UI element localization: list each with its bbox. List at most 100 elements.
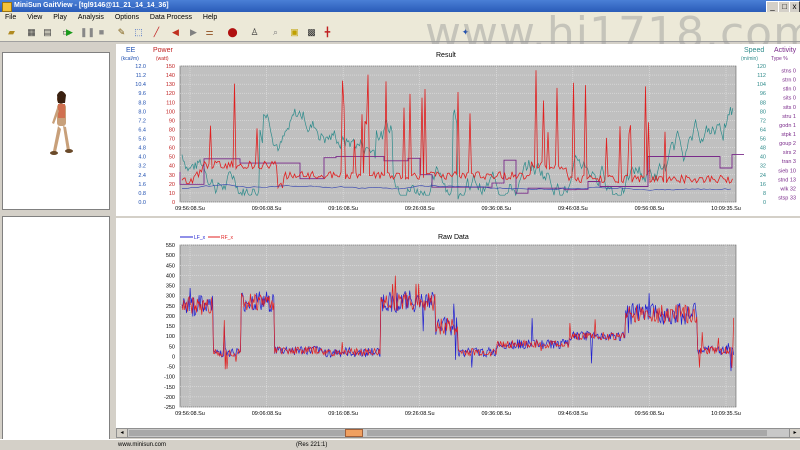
x-tick: 09:06:08.Su [252,206,282,212]
menu-file[interactable]: File [5,14,16,21]
x-tick: 10:09:35.Su [711,411,741,417]
raw-data-title: Raw Data [438,234,469,241]
y-tick: -100 [164,375,175,381]
ee-label: EE [126,47,136,54]
y-tick: 300 [166,294,175,300]
legend-rf-label: RF_x [221,235,233,241]
menu-options[interactable]: Options [115,14,139,21]
ee-tick: 9.6 [138,91,146,97]
data-list-panel[interactable] [2,216,110,440]
activity-tick: sirs 2 [783,150,796,156]
play-icon[interactable]: ▶ [64,27,75,38]
ee-tick: 8.8 [138,100,146,106]
power-tick: 110 [166,100,175,106]
lock-icon[interactable]: ▣ [289,27,300,38]
y-tick: 100 [166,334,175,340]
activity-tick: godn 1 [779,123,796,129]
activity-tick: stsp 33 [778,195,796,201]
save-icon[interactable]: ▦ [26,27,37,38]
power-tick: 70 [169,137,175,143]
speed-tick: 72 [760,118,766,124]
activity-tick: tran 3 [782,159,796,165]
ee-tick: 7.2 [138,118,146,124]
speed-tick: 56 [760,137,766,143]
timeline-track-right [367,430,767,436]
walking-person-icon [50,91,73,155]
y-tick: 0 [172,354,175,360]
x-tick: 09:56:08.Su [175,411,205,417]
activity-unit-label: Type % [771,56,788,62]
scroll-right-button[interactable]: ▸ [789,429,800,437]
ee-tick: 3.2 [138,164,146,170]
open-icon[interactable]: ▰ [6,27,17,38]
ee-tick: 12.0 [135,64,146,70]
ee-tick: 0.0 [138,200,146,206]
status-bar: www.minisun.com (Res 221:1) [0,439,800,450]
result-title: Result [436,52,456,59]
x-tick: 09:26:08.Su [405,206,435,212]
activity-tick: stnd 13 [778,177,796,183]
pause-icon[interactable]: ❚❚ [80,27,95,38]
stop-icon[interactable]: ■ [96,27,107,38]
timeline-thumb[interactable] [345,429,363,437]
power-tick: 90 [169,118,175,124]
power-unit-label: (watt) [156,56,169,62]
x-tick: 09:56:08.Su [635,411,665,417]
activity-tick: goup 2 [779,141,796,147]
speed-tick: 40 [760,155,766,161]
pen-icon[interactable]: ╱ [151,27,162,38]
y-tick: 350 [166,284,175,290]
y-tick: -200 [164,395,175,401]
speed-tick: 64 [760,127,766,133]
power-tick: 130 [166,82,175,88]
color-icon[interactable]: ⬤ [227,27,238,38]
menu-play[interactable]: Play [53,14,67,21]
activity-tick: stns 0 [781,69,796,75]
select-icon[interactable]: ⬚ [133,27,144,38]
power-tick: 30 [169,173,175,179]
speed-label: Speed [744,47,764,54]
marker-icon[interactable]: ╋ [322,27,333,38]
grid-icon[interactable]: ▩ [306,27,317,38]
power-tick: 50 [169,155,175,161]
ee-tick: 5.6 [138,137,146,143]
power-tick: 40 [169,164,175,170]
speed-tick: 80 [760,109,766,115]
activity-tick: stpk 1 [781,132,796,138]
activity-tick: stln 0 [783,87,796,93]
activity-label: Activity [774,47,797,54]
print-icon[interactable]: ▤ [42,27,53,38]
x-tick: 09:46:08.Su [558,206,588,212]
tool-icon[interactable]: ✎ [116,27,127,38]
y-tick: -150 [164,385,175,391]
x-tick: 09:46:08.Su [558,411,588,417]
speed-tick: 8 [763,191,766,197]
y-tick: 400 [166,273,175,279]
timeline-scrollbar[interactable]: ◂ ▸ [116,428,800,438]
x-tick: 09:06:08.Su [252,411,282,417]
speed-tick: 104 [757,82,766,88]
scroll-left-button[interactable]: ◂ [117,429,128,437]
back-icon[interactable]: ◀ [170,27,181,38]
raw-data-chart: LF_x RF_x Raw Data 550 500 450 400 350 300 250… [116,218,800,428]
speed-tick: 120 [757,64,766,70]
y-tick: 200 [166,314,175,320]
legend-lf-label: LF_x [194,235,206,241]
left-panel [2,44,110,440]
menu-view[interactable]: View [27,14,42,21]
ee-tick: 8.0 [138,109,146,115]
menu-analysis[interactable]: Analysis [78,14,104,21]
speed-tick: 48 [760,146,766,152]
menu-help[interactable]: Help [203,14,217,21]
forward-icon[interactable]: ▶ [188,27,199,38]
menu-data-process[interactable]: Data Process [150,14,192,21]
x-tick: 10:09:35.Su [711,206,741,212]
ee-tick: 4.0 [138,155,146,161]
y-tick: 550 [166,243,175,249]
settings-icon[interactable]: ⚌ [204,27,215,38]
x-tick: 09:36:08.Su [481,411,511,417]
speed-tick: 88 [760,100,766,106]
user-icon[interactable]: ♙ [249,27,260,38]
ee-tick: 4.8 [138,146,146,152]
zoom-icon[interactable]: ⌕ [270,27,281,38]
